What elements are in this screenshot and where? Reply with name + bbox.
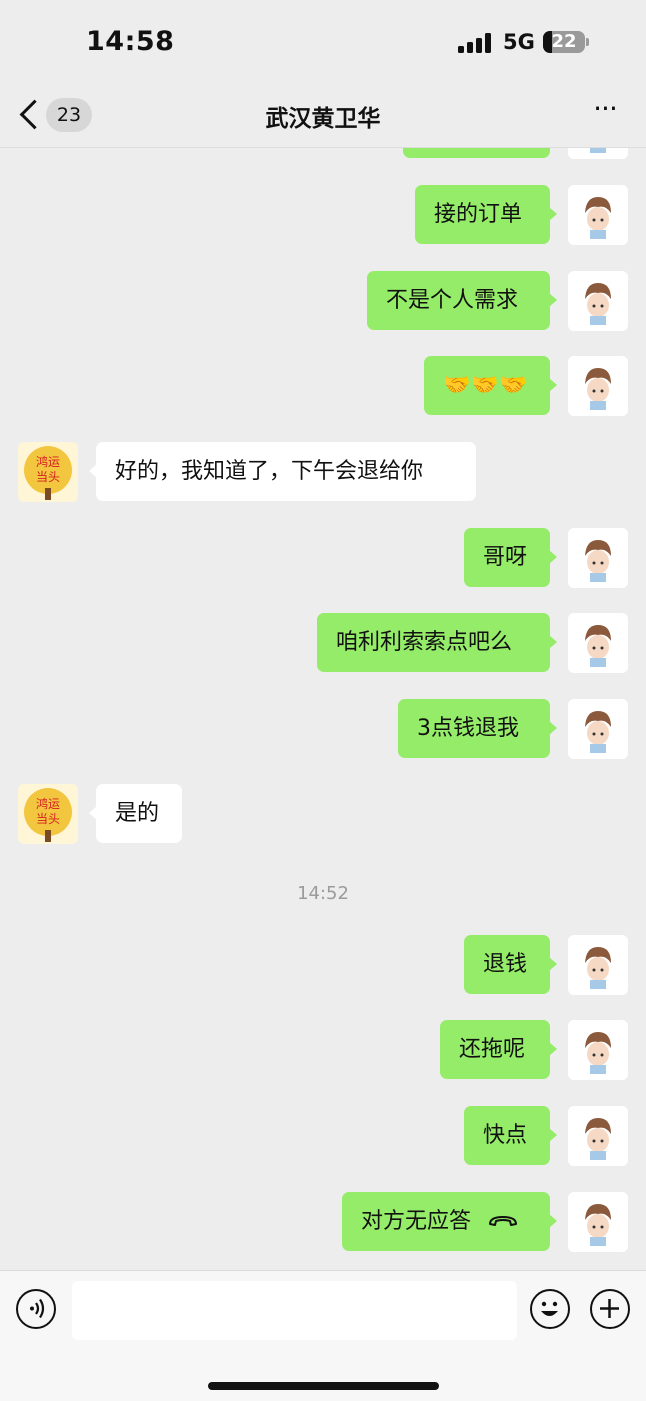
more-functions-button[interactable]: [590, 1289, 630, 1329]
battery-icon: 22: [543, 31, 585, 53]
message-bubble-outgoing[interactable]: 3点钱退我: [398, 699, 557, 758]
message-bubble-incoming[interactable]: 是的: [89, 784, 182, 843]
my-avatar[interactable]: [568, 1106, 628, 1166]
emoji-icon: [541, 1301, 558, 1316]
svg-text:当头: 当头: [36, 470, 60, 484]
my-avatar[interactable]: [568, 699, 628, 759]
message-bubble-outgoing[interactable]: 不是个人需求: [367, 271, 557, 330]
message-bubble-outgoing[interactable]: 哥呀: [464, 528, 557, 587]
my-avatar[interactable]: [568, 613, 628, 673]
contact-avatar[interactable]: 鸿运 当头: [18, 442, 78, 502]
svg-text:当头: 当头: [36, 812, 60, 826]
my-avatar[interactable]: [568, 935, 628, 995]
emoji-button[interactable]: [530, 1289, 570, 1329]
svg-text:鸿运: 鸿运: [36, 455, 60, 469]
message-bubble-outgoing[interactable]: 快点: [464, 1106, 557, 1165]
battery-level: 22: [551, 31, 577, 52]
status-bar: 14:58 5G 22: [0, 0, 646, 88]
chat-header: 23 武汉黄卫华 ···: [0, 88, 646, 148]
message-bubble-outgoing[interactable]: 还拖呢: [440, 1020, 557, 1079]
phone-hangup-icon: [487, 1193, 519, 1252]
voice-icon: [30, 1298, 45, 1319]
chat-title: 武汉黄卫华: [265, 106, 381, 132]
network-type: 5G: [503, 30, 535, 54]
my-avatar[interactable]: [568, 1020, 628, 1080]
my-avatar[interactable]: [568, 1192, 628, 1252]
message-bubble-incoming[interactable]: 好的，我知道了，下午会退给你: [89, 442, 476, 501]
signal-icon: [458, 33, 492, 53]
status-time: 14:58: [86, 26, 175, 57]
chat-area[interactable]: 接的订单 不是个人需求 🤝🤝🤝 鸿运 当头 好的，我知道了，下午会退给你 哥呀 咱…: [0, 0, 646, 1270]
message-input[interactable]: [72, 1281, 517, 1340]
message-bubble-outgoing[interactable]: 接的订单: [415, 185, 557, 244]
svg-text:鸿运: 鸿运: [36, 797, 60, 811]
my-avatar[interactable]: [568, 528, 628, 588]
home-indicator[interactable]: [208, 1382, 439, 1390]
message-bubble-outgoing[interactable]: 退钱: [464, 935, 557, 994]
add-icon: [600, 1299, 619, 1318]
more-options-icon[interactable]: ···: [588, 95, 622, 128]
call-status-bubble[interactable]: 对方无应答: [342, 1192, 557, 1252]
message-bubble-outgoing[interactable]: 🤝🤝🤝: [424, 356, 557, 415]
message-bubble-outgoing[interactable]: 咱利利索索点吧么: [317, 613, 557, 672]
message-timestamp: 14:52: [297, 883, 349, 904]
battery-cap: [586, 38, 589, 46]
my-avatar[interactable]: [568, 271, 628, 331]
my-avatar[interactable]: [568, 356, 628, 416]
voice-input-button[interactable]: [16, 1289, 56, 1329]
contact-avatar[interactable]: 鸿运 当头: [18, 784, 78, 844]
my-avatar[interactable]: [568, 185, 628, 245]
